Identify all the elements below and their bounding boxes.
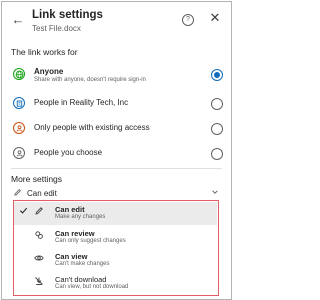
option-anyone[interactable]: Anyone Share with anyone, doesn't requir… xyxy=(2,64,231,88)
option-title: People in Reality Tech, Inc xyxy=(34,98,129,107)
option-people-in-org[interactable]: People in Reality Tech, Inc xyxy=(2,93,231,117)
menu-item-title: Can't download xyxy=(55,275,107,284)
eye-icon xyxy=(33,253,45,265)
radio-existing-access[interactable] xyxy=(211,123,223,135)
menu-item-title: Can view xyxy=(55,252,88,261)
option-title: Only people with existing access xyxy=(34,123,150,132)
help-icon[interactable]: ? xyxy=(182,14,194,26)
close-icon[interactable]: ✕ xyxy=(209,11,221,25)
menu-item-can-view[interactable]: Can view Can't make changes xyxy=(14,249,217,272)
chevron-down-icon xyxy=(211,188,219,198)
link-settings-panel: ← Link settings Test File.docx ? ✕ The l… xyxy=(1,1,232,300)
more-settings-label: More settings xyxy=(11,174,63,184)
menu-item-title: Can edit xyxy=(55,205,85,214)
menu-item-can-review[interactable]: Can review Can only suggest changes xyxy=(14,226,217,249)
people-icon xyxy=(13,122,25,134)
option-title: People you choose xyxy=(34,148,103,157)
menu-item-description: Can view, but not download xyxy=(55,284,129,290)
pencil-icon xyxy=(13,188,22,199)
globe-icon xyxy=(13,68,25,80)
radio-people-you-choose[interactable] xyxy=(211,148,223,160)
no-download-icon xyxy=(33,276,45,288)
option-people-you-choose[interactable]: People you choose xyxy=(2,143,231,167)
divider xyxy=(11,168,222,169)
option-existing-access[interactable]: Only people with existing access xyxy=(2,118,231,142)
dropdown-selected-value: Can edit xyxy=(27,189,57,198)
link-works-for-label: The link works for xyxy=(11,47,78,57)
person-icon xyxy=(13,147,25,159)
menu-item-title: Can review xyxy=(55,229,95,238)
building-icon xyxy=(13,97,25,109)
menu-item-description: Make any changes xyxy=(55,214,106,220)
menu-item-cant-download[interactable]: Can't download Can view, but not downloa… xyxy=(14,272,217,295)
option-description: Share with anyone, doesn't require sign-… xyxy=(34,77,146,83)
panel-title: Link settings xyxy=(32,9,103,21)
menu-item-description: Can only suggest changes xyxy=(55,238,126,244)
radio-people-in-org[interactable] xyxy=(211,98,223,110)
checkmark-icon xyxy=(19,206,28,217)
file-name: Test File.docx xyxy=(32,24,81,33)
menu-item-can-edit[interactable]: Can edit Make any changes xyxy=(14,202,217,225)
radio-anyone[interactable] xyxy=(211,69,223,81)
pencil-icon xyxy=(33,206,45,218)
header: ← Link settings Test File.docx ? ✕ xyxy=(2,2,231,44)
option-title: Anyone xyxy=(34,67,64,76)
menu-item-description: Can't make changes xyxy=(55,261,110,267)
back-arrow-icon[interactable]: ← xyxy=(11,13,25,27)
permission-menu: Can edit Make any changes Can review Can… xyxy=(13,200,219,296)
review-icon xyxy=(33,230,45,242)
